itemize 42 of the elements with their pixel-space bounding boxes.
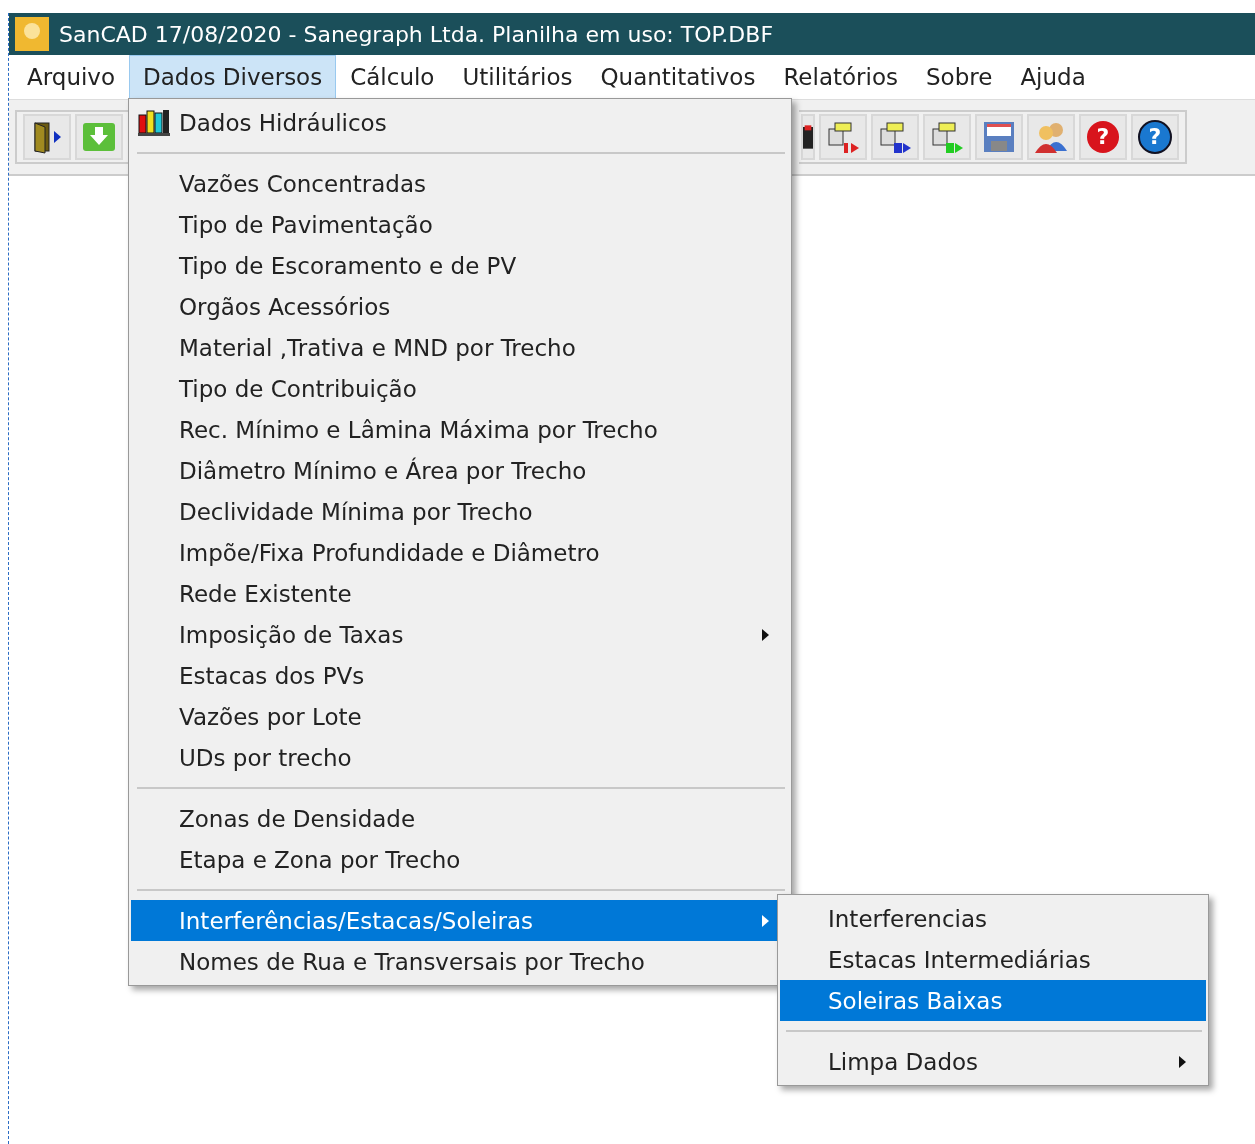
menu-item[interactable]: Tipo de Pavimentação [131, 204, 789, 245]
toolbar-button[interactable] [871, 114, 919, 160]
toolbar-button[interactable]: ? [1131, 114, 1179, 160]
menu-item[interactable]: Cálculo [336, 55, 449, 99]
document-arrow-icon [877, 119, 913, 155]
menu-item[interactable]: Rec. Mínimo e Lâmina Máxima por Trecho [131, 409, 789, 450]
menu-item[interactable]: Diâmetro Mínimo e Área por Trecho [131, 450, 789, 491]
menu-item[interactable]: Rede Existente [131, 573, 789, 614]
menu-item[interactable]: Orgãos Acessórios [131, 286, 789, 327]
menu-item[interactable]: Dados Hidráulicos [131, 102, 789, 143]
menu-item[interactable]: Arquivo [13, 55, 130, 99]
document-arrow-icon [825, 119, 861, 155]
menu-item[interactable]: Relatórios [769, 55, 912, 99]
menu-item[interactable]: Ajuda [1006, 55, 1100, 99]
window-title: SanCAD 17/08/2020 - Sanegraph Ltda. Planilha em uso: TOP.DBF [59, 21, 774, 47]
menu-item[interactable]: Estacas Intermediárias [780, 939, 1206, 980]
menu-item[interactable]: Tipo de Escoramento e de PV [131, 245, 789, 286]
help-icon: ? [1137, 119, 1173, 155]
menu-item[interactable]: Tipo de Contribuição [131, 368, 789, 409]
toolbar-button[interactable]: ? [1079, 114, 1127, 160]
menu-item[interactable]: Quantitativos [586, 55, 770, 99]
menu-item[interactable]: Impõe/Fixa Profundidade e Diâmetro [131, 532, 789, 573]
menu-item[interactable]: UDs por trecho [131, 737, 789, 778]
menu-item[interactable]: Utilitários [448, 55, 587, 99]
menu-item[interactable]: Etapa e Zona por Trecho [131, 839, 789, 880]
menu-item[interactable]: Zonas de Densidade [131, 798, 789, 839]
menu-item[interactable]: Limpa Dados [780, 1041, 1206, 1082]
document-arrow-icon [929, 119, 965, 155]
menu-item[interactable]: Sobre [912, 55, 1007, 99]
toolbar-icon [803, 122, 813, 152]
toolbar-button[interactable] [23, 114, 71, 160]
menu-item[interactable]: Vazões por Lote [131, 696, 789, 737]
menu-item[interactable]: Material ,Trativa e MND por Trecho [131, 327, 789, 368]
menu-item[interactable]: Imposição de Taxas [131, 614, 789, 655]
menu-item[interactable]: Soleiras Baixas [780, 980, 1206, 1021]
help-icon: ? [1085, 119, 1121, 155]
menu-item[interactable]: Estacas dos PVs [131, 655, 789, 696]
menu-item[interactable]: Declividade Mínima por Trecho [131, 491, 789, 532]
toolbar-button[interactable] [801, 114, 815, 160]
menu-item[interactable]: Vazões Concentradas [131, 163, 789, 204]
menu-item[interactable]: Dados Diversos [129, 55, 337, 99]
app-logo-icon [15, 17, 49, 51]
